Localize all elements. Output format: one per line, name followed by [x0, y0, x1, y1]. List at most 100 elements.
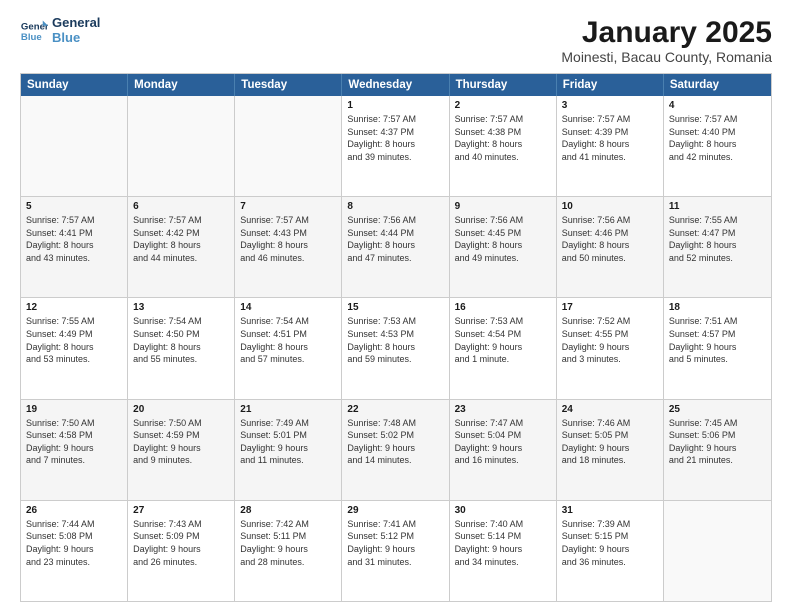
day-number: 28: [240, 505, 336, 516]
day-info: Sunrise: 7:53 AM Sunset: 4:53 PM Dayligh…: [347, 315, 443, 365]
day-info: Sunrise: 7:42 AM Sunset: 5:11 PM Dayligh…: [240, 518, 336, 568]
day-info: Sunrise: 7:49 AM Sunset: 5:01 PM Dayligh…: [240, 417, 336, 467]
header-cell-friday: Friday: [557, 74, 664, 96]
calendar-cell: 24Sunrise: 7:46 AM Sunset: 5:05 PM Dayli…: [557, 400, 664, 500]
calendar-cell: 9Sunrise: 7:56 AM Sunset: 4:45 PM Daylig…: [450, 197, 557, 297]
calendar-cell: 28 Sunrise: 7:42 AM Sunset: 5:11 PM Dayli…: [235, 501, 342, 601]
calendar-cell: 17 Sunrise: 7:52 AM Sunset: 4:55 PM Dayli…: [557, 298, 664, 398]
day-number: 4: [669, 100, 766, 111]
day-info: Sunrise: 7:57 AM Sunset: 4:39 PM Dayligh…: [562, 113, 658, 163]
day-info: Sunrise: 7:56 AM Sunset: 4:45 PM Dayligh…: [455, 214, 551, 264]
calendar-cell: 12 Sunrise: 7:55 AM Sunset: 4:49 PM Dayli…: [21, 298, 128, 398]
day-number: 11: [669, 201, 766, 212]
day-number: 12: [26, 302, 122, 313]
day-info: Sunrise: 7:45 AM Sunset: 5:06 PM Dayligh…: [669, 417, 766, 467]
day-number: 6: [133, 201, 229, 212]
day-number: 23: [455, 404, 551, 415]
day-number: 10: [562, 201, 658, 212]
day-info: Sunrise: 7:39 AM Sunset: 5:15 PM Dayligh…: [562, 518, 658, 568]
day-info: Sunrise: 7:50 AM Sunset: 4:58 PM Dayligh…: [26, 417, 122, 467]
calendar-cell: 25 Sunrise: 7:45 AM Sunset: 5:06 PM Dayli…: [664, 400, 771, 500]
day-info: Sunrise: 7:55 AM Sunset: 4:49 PM Dayligh…: [26, 315, 122, 365]
day-info: Sunrise: 7:43 AM Sunset: 5:09 PM Dayligh…: [133, 518, 229, 568]
calendar-cell: [128, 96, 235, 196]
page: General Blue General Blue January 2025 M…: [0, 0, 792, 612]
day-number: 3: [562, 100, 658, 111]
calendar-cell: 4 Sunrise: 7:57 AM Sunset: 4:40 PM Daylig…: [664, 96, 771, 196]
day-info: Sunrise: 7:55 AM Sunset: 4:47 PM Dayligh…: [669, 214, 766, 264]
day-number: 16: [455, 302, 551, 313]
calendar-cell: 31 Sunrise: 7:39 AM Sunset: 5:15 PM Dayli…: [557, 501, 664, 601]
calendar-row: 1 Sunrise: 7:57 AM Sunset: 4:37 PM Daylig…: [21, 96, 771, 197]
calendar-row: 5 Sunrise: 7:57 AM Sunset: 4:41 PM Daylig…: [21, 197, 771, 298]
calendar-cell: [21, 96, 128, 196]
calendar-cell: 15Sunrise: 7:53 AM Sunset: 4:53 PM Dayli…: [342, 298, 449, 398]
day-number: 14: [240, 302, 336, 313]
day-info: Sunrise: 7:57 AM Sunset: 4:41 PM Dayligh…: [26, 214, 122, 264]
svg-text:Blue: Blue: [21, 32, 42, 43]
day-number: 27: [133, 505, 229, 516]
calendar-cell: 7Sunrise: 7:57 AM Sunset: 4:43 PM Daylig…: [235, 197, 342, 297]
calendar-row: 26Sunrise: 7:44 AM Sunset: 5:08 PM Dayli…: [21, 501, 771, 601]
header-cell-thursday: Thursday: [450, 74, 557, 96]
day-number: 5: [26, 201, 122, 212]
day-info: Sunrise: 7:54 AM Sunset: 4:51 PM Dayligh…: [240, 315, 336, 365]
calendar-cell: 13 Sunrise: 7:54 AM Sunset: 4:50 PM Dayli…: [128, 298, 235, 398]
calendar-cell: 18 Sunrise: 7:51 AM Sunset: 4:57 PM Dayli…: [664, 298, 771, 398]
header-cell-sunday: Sunday: [21, 74, 128, 96]
calendar-cell: 2Sunrise: 7:57 AM Sunset: 4:38 PM Daylig…: [450, 96, 557, 196]
day-number: 13: [133, 302, 229, 313]
logo-line2: Blue: [52, 31, 100, 46]
calendar-cell: [664, 501, 771, 601]
day-number: 22: [347, 404, 443, 415]
logo-line1: General: [52, 16, 100, 31]
calendar-cell: 26Sunrise: 7:44 AM Sunset: 5:08 PM Dayli…: [21, 501, 128, 601]
day-info: Sunrise: 7:47 AM Sunset: 5:04 PM Dayligh…: [455, 417, 551, 467]
calendar-cell: 23 Sunrise: 7:47 AM Sunset: 5:04 PM Dayli…: [450, 400, 557, 500]
day-number: 24: [562, 404, 658, 415]
calendar-cell: 1 Sunrise: 7:57 AM Sunset: 4:37 PM Daylig…: [342, 96, 449, 196]
day-number: 18: [669, 302, 766, 313]
day-number: 8: [347, 201, 443, 212]
header-cell-wednesday: Wednesday: [342, 74, 449, 96]
day-info: Sunrise: 7:56 AM Sunset: 4:44 PM Dayligh…: [347, 214, 443, 264]
calendar-cell: 6 Sunrise: 7:57 AM Sunset: 4:42 PM Daylig…: [128, 197, 235, 297]
calendar: SundayMondayTuesdayWednesdayThursdayFrid…: [20, 73, 772, 602]
day-number: 29: [347, 505, 443, 516]
day-info: Sunrise: 7:52 AM Sunset: 4:55 PM Dayligh…: [562, 315, 658, 365]
header: General Blue General Blue January 2025 M…: [20, 16, 772, 65]
day-number: 1: [347, 100, 443, 111]
calendar-cell: 3 Sunrise: 7:57 AM Sunset: 4:39 PM Daylig…: [557, 96, 664, 196]
header-cell-tuesday: Tuesday: [235, 74, 342, 96]
calendar-cell: 21 Sunrise: 7:49 AM Sunset: 5:01 PM Dayli…: [235, 400, 342, 500]
day-number: 17: [562, 302, 658, 313]
calendar-body: 1 Sunrise: 7:57 AM Sunset: 4:37 PM Daylig…: [21, 96, 771, 601]
day-info: Sunrise: 7:57 AM Sunset: 4:42 PM Dayligh…: [133, 214, 229, 264]
day-info: Sunrise: 7:41 AM Sunset: 5:12 PM Dayligh…: [347, 518, 443, 568]
day-info: Sunrise: 7:57 AM Sunset: 4:37 PM Dayligh…: [347, 113, 443, 163]
day-number: 31: [562, 505, 658, 516]
logo: General Blue General Blue: [20, 16, 100, 46]
day-number: 25: [669, 404, 766, 415]
calendar-cell: 14 Sunrise: 7:54 AM Sunset: 4:51 PM Dayli…: [235, 298, 342, 398]
calendar-cell: 22Sunrise: 7:48 AM Sunset: 5:02 PM Dayli…: [342, 400, 449, 500]
calendar-cell: 8 Sunrise: 7:56 AM Sunset: 4:44 PM Daylig…: [342, 197, 449, 297]
calendar-row: 19Sunrise: 7:50 AM Sunset: 4:58 PM Dayli…: [21, 400, 771, 501]
day-info: Sunrise: 7:56 AM Sunset: 4:46 PM Dayligh…: [562, 214, 658, 264]
day-info: Sunrise: 7:53 AM Sunset: 4:54 PM Dayligh…: [455, 315, 551, 365]
calendar-header: SundayMondayTuesdayWednesdayThursdayFrid…: [21, 74, 771, 96]
day-info: Sunrise: 7:57 AM Sunset: 4:40 PM Dayligh…: [669, 113, 766, 163]
calendar-row: 12 Sunrise: 7:55 AM Sunset: 4:49 PM Dayli…: [21, 298, 771, 399]
header-cell-saturday: Saturday: [664, 74, 771, 96]
day-info: Sunrise: 7:40 AM Sunset: 5:14 PM Dayligh…: [455, 518, 551, 568]
calendar-cell: 30 Sunrise: 7:40 AM Sunset: 5:14 PM Dayli…: [450, 501, 557, 601]
day-number: 30: [455, 505, 551, 516]
day-info: Sunrise: 7:54 AM Sunset: 4:50 PM Dayligh…: [133, 315, 229, 365]
day-number: 7: [240, 201, 336, 212]
day-info: Sunrise: 7:51 AM Sunset: 4:57 PM Dayligh…: [669, 315, 766, 365]
day-number: 21: [240, 404, 336, 415]
day-number: 2: [455, 100, 551, 111]
calendar-cell: 11 Sunrise: 7:55 AM Sunset: 4:47 PM Dayli…: [664, 197, 771, 297]
calendar-cell: 20Sunrise: 7:50 AM Sunset: 4:59 PM Dayli…: [128, 400, 235, 500]
calendar-cell: [235, 96, 342, 196]
